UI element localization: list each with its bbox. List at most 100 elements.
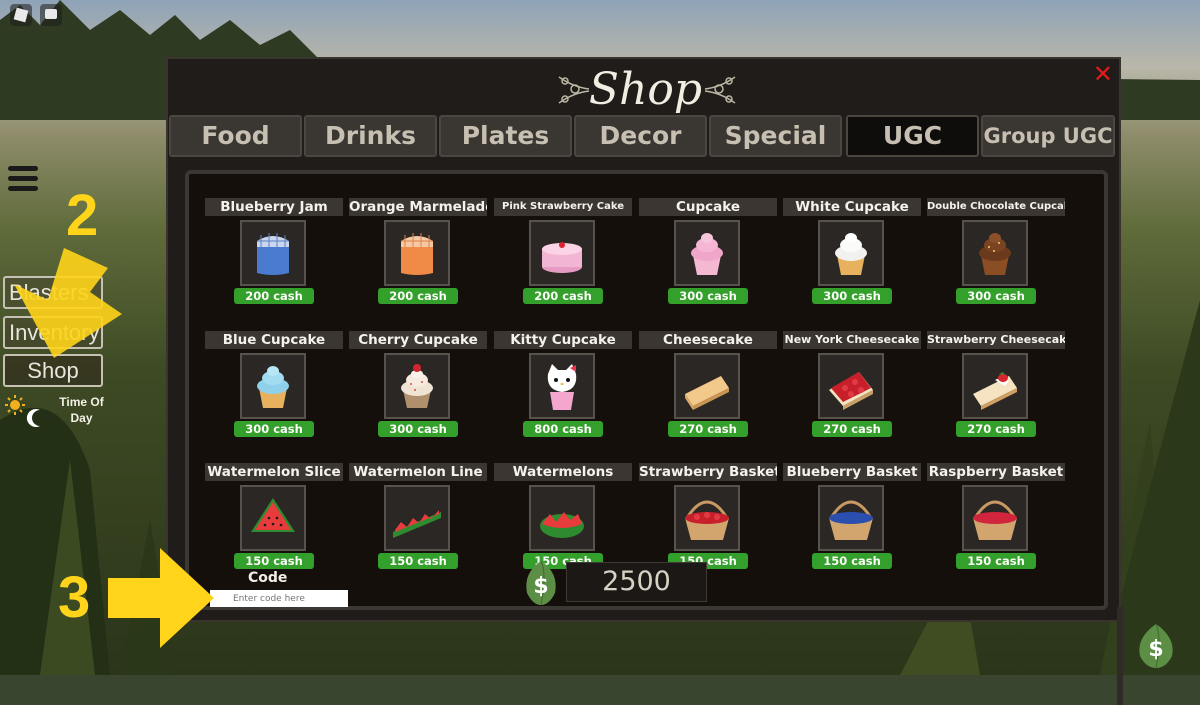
chat-icon[interactable] [40, 4, 62, 26]
item-price[interactable]: 200 cash [523, 288, 603, 304]
flourish-right-icon [704, 76, 736, 104]
item-name: Kitty Cupcake [494, 331, 632, 349]
kitty-cupcake-icon [547, 364, 577, 410]
item-name: White Cupcake [783, 198, 921, 216]
item-price[interactable]: 150 cash [234, 553, 314, 569]
item-price[interactable]: 300 cash [234, 421, 314, 437]
cheesecake-icon [685, 376, 729, 410]
shop-title: Shop [588, 64, 703, 115]
shop-item[interactable]: Blueberry Basket 150 cash [783, 463, 921, 573]
watermelon-slice-icon [251, 498, 295, 532]
item-price[interactable]: 300 cash [668, 288, 748, 304]
shop-item[interactable]: Watermelon Slice 150 cash [205, 463, 343, 573]
strawberry-basket-icon [685, 500, 729, 540]
tab-drinks[interactable]: Drinks [304, 115, 437, 157]
hamburger-menu-icon[interactable] [8, 166, 38, 192]
shop-item[interactable]: White Cupcake 300 cash [783, 198, 921, 308]
tab-decor[interactable]: Decor [574, 115, 707, 157]
item-thumbnail[interactable] [529, 485, 595, 551]
white-cupcake-icon [835, 233, 867, 275]
item-thumbnail[interactable] [384, 220, 450, 286]
item-thumbnail[interactable] [240, 220, 306, 286]
code-input[interactable] [210, 590, 348, 607]
item-price[interactable]: 150 cash [956, 553, 1036, 569]
item-price[interactable]: 270 cash [668, 421, 748, 437]
item-price[interactable]: 800 cash [523, 421, 603, 437]
cash-corner-icon[interactable]: $ [1132, 622, 1180, 670]
item-thumbnail[interactable] [529, 220, 595, 286]
item-name: Strawberry Cheesecake [927, 331, 1065, 349]
shop-item[interactable]: Cheesecake 270 cash [639, 331, 777, 441]
cherry-cupcake-icon [401, 364, 433, 408]
item-thumbnail[interactable] [384, 485, 450, 551]
item-price[interactable]: 300 cash [378, 421, 458, 437]
item-name: Blueberry Basket [783, 463, 921, 481]
item-thumbnail[interactable] [962, 485, 1028, 551]
shop-item[interactable]: Raspberry Basket 150 cash [927, 463, 1065, 573]
item-thumbnail[interactable] [240, 485, 306, 551]
item-name: Strawberry Basket [639, 463, 777, 481]
tab-plates[interactable]: Plates [439, 115, 572, 157]
item-name: Watermelons [494, 463, 632, 481]
shop-item[interactable]: Orange Marmelade 200 cash [349, 198, 487, 308]
item-name: Blue Cupcake [205, 331, 343, 349]
raspberry-basket-icon [973, 500, 1017, 540]
shop-item[interactable]: New York Cheesecake 270 cash [783, 331, 921, 441]
item-price[interactable]: 150 cash [378, 553, 458, 569]
time-of-day-toggle[interactable]: Time Of Day [4, 394, 104, 434]
cash-leaf-icon: $ [526, 560, 556, 606]
scrollbar[interactable] [1117, 607, 1123, 705]
item-thumbnail[interactable] [818, 485, 884, 551]
item-price[interactable]: 270 cash [956, 421, 1036, 437]
item-name: Watermelon Line [349, 463, 487, 481]
tab-food[interactable]: Food [169, 115, 302, 157]
item-thumbnail[interactable] [529, 353, 595, 419]
cash-balance: 2500 [566, 562, 707, 602]
item-thumbnail[interactable] [384, 353, 450, 419]
code-label: Code [248, 570, 288, 586]
shop-item[interactable]: Strawberry Cheesecake 270 cash [927, 331, 1065, 441]
step-2-label: 2 [66, 183, 99, 248]
item-price[interactable]: 300 cash [956, 288, 1036, 304]
item-thumbnail[interactable] [674, 220, 740, 286]
item-name: Cherry Cupcake [349, 331, 487, 349]
ny-cheesecake-icon [829, 372, 873, 410]
svg-text:$: $ [1148, 637, 1163, 662]
shop-item[interactable]: Watermelon Line 150 cash [349, 463, 487, 573]
item-price[interactable]: 200 cash [234, 288, 314, 304]
item-price[interactable]: 300 cash [812, 288, 892, 304]
shop-item[interactable]: Watermelons 150 cash [494, 463, 632, 573]
svg-text:$: $ [533, 574, 548, 599]
item-name: Watermelon Slice [205, 463, 343, 481]
tab-group-ugc[interactable]: Group UGC [981, 115, 1115, 157]
shop-item[interactable]: Blue Cupcake 300 cash [205, 331, 343, 441]
shop-item[interactable]: Cupcake 300 cash [639, 198, 777, 308]
shop-item[interactable]: Blueberry Jam 200 cash [205, 198, 343, 308]
sun-moon-icon [5, 395, 40, 427]
shop-item[interactable]: Kitty Cupcake 800 cash [494, 331, 632, 441]
watermelons-icon [540, 512, 584, 538]
tab-ugc[interactable]: UGC [846, 115, 979, 157]
tab-special[interactable]: Special [709, 115, 842, 157]
roblox-menu-icon[interactable] [10, 4, 32, 26]
close-icon[interactable]: ✕ [1093, 62, 1113, 86]
item-thumbnail[interactable] [240, 353, 306, 419]
time-of-day-label: Time Of Day [59, 395, 104, 425]
item-price[interactable]: 200 cash [378, 288, 458, 304]
item-thumbnail[interactable] [674, 485, 740, 551]
shop-item[interactable]: Strawberry Basket 150 cash [639, 463, 777, 573]
item-price[interactable]: 150 cash [812, 553, 892, 569]
item-price[interactable]: 270 cash [812, 421, 892, 437]
blue-cupcake-icon [257, 366, 289, 408]
shop-item[interactable]: Cherry Cupcake 300 cash [349, 331, 487, 441]
item-thumbnail[interactable] [818, 353, 884, 419]
item-thumbnail[interactable] [962, 220, 1028, 286]
shop-item[interactable]: Pink Strawberry Cake 200 cash [494, 198, 632, 308]
item-name: New York Cheesecake [783, 331, 921, 349]
item-thumbnail[interactable] [674, 353, 740, 419]
item-name: Orange Marmelade [349, 198, 487, 216]
item-name: Cupcake [639, 198, 777, 216]
item-thumbnail[interactable] [818, 220, 884, 286]
shop-item[interactable]: Double Chocolate Cupcake 300 cash [927, 198, 1065, 308]
item-thumbnail[interactable] [962, 353, 1028, 419]
